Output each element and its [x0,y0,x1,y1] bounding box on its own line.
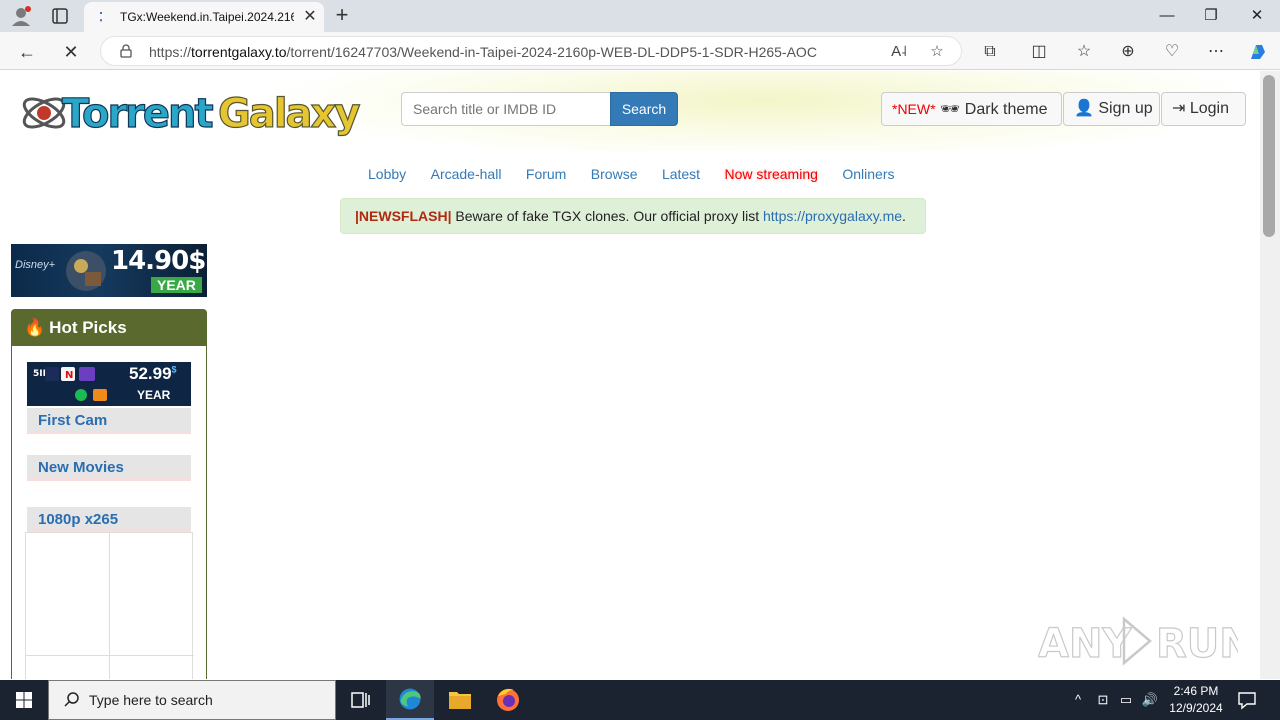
ad-price: 14.90$ [111,246,206,276]
nav-now-streaming[interactable]: Now streaming [725,166,818,182]
newsflash-tag: |NEWSFLASH| [355,208,452,224]
extensions-icon[interactable]: ⧉ [978,40,1002,64]
svg-text:Galaxy: Galaxy [218,91,360,137]
web-page: Torrent Galaxy Search *NEW* 🕶 Dark theme… [4,71,1260,679]
split-screen-icon[interactable]: ◫ [1027,40,1051,64]
browser-essentials-icon[interactable]: ♡ [1160,40,1184,64]
proxy-link[interactable]: https://proxygalaxy.me [763,208,902,224]
search-input[interactable] [401,92,611,126]
hot-picks-panel: 🔥 Hot Picks 5IN1 N 52.99$ YEAR First Cam … [11,309,207,679]
new-badge: *NEW* [892,101,936,117]
browser-tab-active[interactable]: ⁚ TGx:Weekend.in.Taipei.2024.2160p.WEB-D… [84,2,324,32]
tab-actions-icon[interactable] [48,6,72,26]
stop-loading-button[interactable]: ✕ [58,39,84,65]
ad-banner[interactable]: Disney+ 14.90$ YEAR [11,244,207,297]
ad2-price: 52.99$ [129,364,177,383]
ad-brand: Disney+ [15,259,56,271]
login-button[interactable]: ⇥ Login [1161,92,1246,126]
browser-toolbar: ← ✕ https://torrentgalaxy.to/torrent/162… [0,32,1280,70]
minimize-button[interactable]: — [1144,4,1190,28]
nav-lobby[interactable]: Lobby [368,166,406,182]
login-label: Login [1189,100,1230,117]
streaming-ad[interactable]: 5IN1 N 52.99$ YEAR [27,362,191,406]
ad-artwork [66,251,106,291]
streaming-logos-icon: 5IN1 N [33,367,107,401]
more-options-icon[interactable]: ⋯ [1204,40,1228,64]
network-icon[interactable]: ▭ [1116,690,1136,710]
nav-latest[interactable]: Latest [662,166,700,182]
favorite-star-icon[interactable]: ☆ [927,42,947,62]
svg-text:Torrent: Torrent [62,91,214,137]
sign-up-button[interactable]: 👤 Sign up [1063,92,1160,126]
svg-text:RUN: RUN [1156,621,1238,667]
search-button[interactable]: Search [610,92,678,126]
hot-picks-header: 🔥 Hot Picks [12,310,206,346]
torrentgalaxy-logo[interactable]: Torrent Galaxy [18,79,384,143]
dark-theme-button[interactable]: *NEW* 🕶 Dark theme [881,92,1062,126]
fire-icon: 🔥 [24,318,46,337]
login-icon: ⇥ [1172,100,1186,117]
taskbar-search-placeholder: Type here to search [89,692,213,708]
sign-up-label: Sign up [1098,100,1153,117]
svg-text:N: N [65,370,73,381]
new-tab-button[interactable]: + [330,4,354,28]
newsflash-suffix: . [902,208,906,224]
taskbar-search-box[interactable]: Type here to search [48,680,336,720]
newsflash-alert: |NEWSFLASH| Beware of fake TGX clones. O… [340,198,926,234]
nav-forum[interactable]: Forum [526,166,566,182]
grid-divider [26,655,194,656]
category-1080p-x265[interactable]: 1080p x265 [27,507,191,533]
page-scrollbar[interactable] [1260,71,1280,679]
category-new-movies[interactable]: New Movies [27,455,191,481]
clock-date: 12/9/2024 [1169,701,1223,715]
tray-overflow-icon[interactable]: ^ [1068,690,1088,710]
file-explorer-icon[interactable] [436,680,484,720]
task-view-icon[interactable] [336,680,384,720]
category-first-cam[interactable]: First Cam [27,408,191,434]
hot-picks-title: Hot Picks [49,318,127,337]
grid-divider [109,533,110,679]
nav-browse[interactable]: Browse [591,166,638,182]
address-bar[interactable]: https://torrentgalaxy.to/torrent/1624770… [100,36,962,66]
svg-text:ANY: ANY [1038,621,1132,667]
profile-icon[interactable] [10,5,32,27]
nav-arcade-hall[interactable]: Arcade-hall [431,166,502,182]
ad-year: YEAR [151,277,202,293]
hot-picks-grid [25,532,194,679]
windows-start-icon[interactable] [0,680,48,720]
collections-icon[interactable]: ⊕ [1116,40,1140,64]
nav-onliners[interactable]: Onliners [842,166,894,182]
anyrun-watermark: ANY RUN [1038,616,1238,668]
glasses-icon: 🕶 [940,101,961,118]
restore-button[interactable]: ❐ [1188,4,1234,28]
dark-theme-label: Dark theme [964,101,1048,118]
copilot-icon[interactable] [1246,40,1270,64]
url-text[interactable]: https://torrentgalaxy.to/torrent/1624770… [149,44,817,60]
lock-icon[interactable] [119,44,133,58]
search-icon [64,692,79,707]
back-button[interactable]: ← [14,39,40,65]
close-window-button[interactable]: ✕ [1234,4,1280,28]
close-tab-icon[interactable]: ✕ [300,7,320,27]
main-nav: Lobby Arcade-hall Forum Browse Latest No… [368,166,915,186]
tab-title: TGx:Weekend.in.Taipei.2024.2160p.WEB-DL [120,10,294,24]
newsflash-text: Beware of fake TGX clones. Our official … [451,208,763,224]
scrollbar-thumb[interactable] [1263,75,1275,237]
edge-taskbar-icon[interactable] [386,680,434,720]
firefox-icon[interactable] [484,680,532,720]
browser-tab-bar: ⁚ TGx:Weekend.in.Taipei.2024.2160p.WEB-D… [0,0,1280,32]
favorites-icon[interactable]: ☆ [1072,40,1096,64]
read-aloud-icon[interactable]: A˨ [889,42,909,62]
user-icon: 👤 [1074,100,1094,117]
notifications-icon[interactable] [1236,690,1258,710]
volume-icon[interactable]: 🔊 [1140,690,1160,710]
ad2-year: YEAR [137,388,171,402]
clock-time: 2:46 PM [1173,684,1219,698]
windows-taskbar: Type here to search ^ ⊡ ▭ 🔊 2:46 PM 12/9… [0,680,1280,720]
site-favicon-icon: ⁚ [99,10,103,24]
meet-now-icon[interactable]: ⊡ [1094,690,1112,710]
taskbar-clock[interactable]: 2:46 PM 12/9/2024 [1164,683,1228,717]
